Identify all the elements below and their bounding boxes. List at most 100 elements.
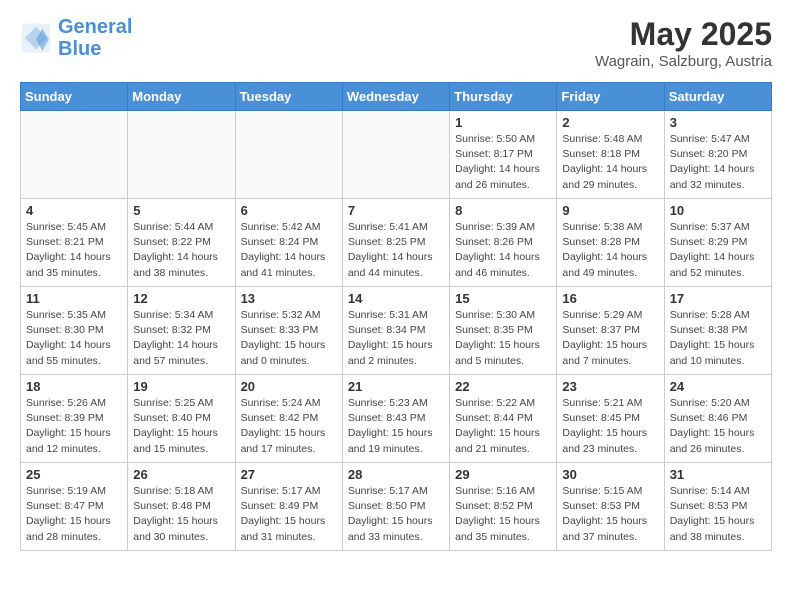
day-info: Sunrise: 5:41 AM Sunset: 8:25 PM Dayligh… — [348, 220, 444, 281]
calendar-cell: 21 Sunrise: 5:23 AM Sunset: 8:43 PM Dayli… — [342, 375, 449, 463]
calendar-cell: 3 Sunrise: 5:47 AM Sunset: 8:20 PM Daylig… — [664, 111, 771, 199]
calendar-cell — [235, 111, 342, 199]
calendar-cell: 27 Sunrise: 5:17 AM Sunset: 8:49 PM Dayli… — [235, 463, 342, 551]
calendar-cell: 14 Sunrise: 5:31 AM Sunset: 8:34 PM Dayli… — [342, 287, 449, 375]
logo-icon — [20, 22, 52, 54]
day-info: Sunrise: 5:50 AM Sunset: 8:17 PM Dayligh… — [455, 132, 551, 193]
day-info: Sunrise: 5:35 AM Sunset: 8:30 PM Dayligh… — [26, 308, 122, 369]
calendar-week-row: 1 Sunrise: 5:50 AM Sunset: 8:17 PM Daylig… — [21, 111, 772, 199]
logo-text: General Blue — [58, 16, 132, 60]
day-number: 21 — [348, 379, 444, 394]
title-block: May 2025 Wagrain, Salzburg, Austria — [595, 16, 772, 70]
day-number: 1 — [455, 115, 551, 130]
calendar-cell: 5Sunrise: 5:44 AM Sunset: 8:22 PM Daylig… — [128, 199, 235, 287]
calendar-cell: 29 Sunrise: 5:16 AM Sunset: 8:52 PM Dayli… — [450, 463, 557, 551]
calendar-cell: 19 Sunrise: 5:25 AM Sunset: 8:40 PM Dayli… — [128, 375, 235, 463]
calendar-cell: 24 Sunrise: 5:20 AM Sunset: 8:46 PM Dayli… — [664, 375, 771, 463]
calendar-cell: 9Sunrise: 5:38 AM Sunset: 8:28 PM Daylig… — [557, 199, 664, 287]
calendar-week-row: 11 Sunrise: 5:35 AM Sunset: 8:30 PM Dayli… — [21, 287, 772, 375]
calendar-cell: 20 Sunrise: 5:24 AM Sunset: 8:42 PM Dayli… — [235, 375, 342, 463]
day-number: 14 — [348, 291, 444, 306]
day-info: Sunrise: 5:32 AM Sunset: 8:33 PM Dayligh… — [241, 308, 337, 369]
calendar-cell: 23 Sunrise: 5:21 AM Sunset: 8:45 PM Dayli… — [557, 375, 664, 463]
day-number: 10 — [670, 203, 766, 218]
calendar-cell — [342, 111, 449, 199]
calendar-header-row: SundayMondayTuesdayWednesdayThursdayFrid… — [21, 83, 772, 111]
weekday-header: Tuesday — [235, 83, 342, 111]
day-info: Sunrise: 5:31 AM Sunset: 8:34 PM Dayligh… — [348, 308, 444, 369]
calendar-cell — [128, 111, 235, 199]
day-number: 31 — [670, 467, 766, 482]
day-number: 12 — [133, 291, 229, 306]
weekday-header: Thursday — [450, 83, 557, 111]
day-number: 19 — [133, 379, 229, 394]
calendar-cell: 30Sunrise: 5:15 AM Sunset: 8:53 PM Dayli… — [557, 463, 664, 551]
logo: General Blue — [20, 16, 132, 60]
day-info: Sunrise: 5:47 AM Sunset: 8:20 PM Dayligh… — [670, 132, 766, 193]
day-info: Sunrise: 5:16 AM Sunset: 8:52 PM Dayligh… — [455, 484, 551, 545]
day-info: Sunrise: 5:29 AM Sunset: 8:37 PM Dayligh… — [562, 308, 658, 369]
day-number: 8 — [455, 203, 551, 218]
day-number: 26 — [133, 467, 229, 482]
day-number: 6 — [241, 203, 337, 218]
day-number: 25 — [26, 467, 122, 482]
day-number: 17 — [670, 291, 766, 306]
calendar-cell: 8 Sunrise: 5:39 AM Sunset: 8:26 PM Daylig… — [450, 199, 557, 287]
day-info: Sunrise: 5:28 AM Sunset: 8:38 PM Dayligh… — [670, 308, 766, 369]
day-number: 3 — [670, 115, 766, 130]
day-number: 18 — [26, 379, 122, 394]
calendar-cell: 13 Sunrise: 5:32 AM Sunset: 8:33 PM Dayli… — [235, 287, 342, 375]
day-info: Sunrise: 5:17 AM Sunset: 8:49 PM Dayligh… — [241, 484, 337, 545]
weekday-header: Saturday — [664, 83, 771, 111]
logo-general: General — [58, 16, 132, 38]
day-number: 16 — [562, 291, 658, 306]
calendar-cell — [21, 111, 128, 199]
day-number: 11 — [26, 291, 122, 306]
day-number: 5 — [133, 203, 229, 218]
calendar-cell: 31 Sunrise: 5:14 AM Sunset: 8:53 PM Dayli… — [664, 463, 771, 551]
day-number: 4 — [26, 203, 122, 218]
day-info: Sunrise: 5:17 AM Sunset: 8:50 PM Dayligh… — [348, 484, 444, 545]
day-info: Sunrise: 5:42 AM Sunset: 8:24 PM Dayligh… — [241, 220, 337, 281]
day-info: Sunrise: 5:38 AM Sunset: 8:28 PM Dayligh… — [562, 220, 658, 281]
calendar-cell: 18Sunrise: 5:26 AM Sunset: 8:39 PM Dayli… — [21, 375, 128, 463]
day-info: Sunrise: 5:25 AM Sunset: 8:40 PM Dayligh… — [133, 396, 229, 457]
day-info: Sunrise: 5:30 AM Sunset: 8:35 PM Dayligh… — [455, 308, 551, 369]
calendar-cell: 1 Sunrise: 5:50 AM Sunset: 8:17 PM Daylig… — [450, 111, 557, 199]
calendar-cell: 16 Sunrise: 5:29 AM Sunset: 8:37 PM Dayli… — [557, 287, 664, 375]
calendar-cell: 2Sunrise: 5:48 AM Sunset: 8:18 PM Daylig… — [557, 111, 664, 199]
day-number: 13 — [241, 291, 337, 306]
day-number: 27 — [241, 467, 337, 482]
calendar-cell: 25Sunrise: 5:19 AM Sunset: 8:47 PM Dayli… — [21, 463, 128, 551]
day-info: Sunrise: 5:39 AM Sunset: 8:26 PM Dayligh… — [455, 220, 551, 281]
calendar-cell: 6 Sunrise: 5:42 AM Sunset: 8:24 PM Daylig… — [235, 199, 342, 287]
page: General Blue May 2025 Wagrain, Salzburg,… — [0, 0, 792, 567]
day-number: 15 — [455, 291, 551, 306]
day-info: Sunrise: 5:45 AM Sunset: 8:21 PM Dayligh… — [26, 220, 122, 281]
calendar-cell: 4 Sunrise: 5:45 AM Sunset: 8:21 PM Daylig… — [21, 199, 128, 287]
weekday-header: Friday — [557, 83, 664, 111]
calendar-cell: 17 Sunrise: 5:28 AM Sunset: 8:38 PM Dayli… — [664, 287, 771, 375]
day-number: 30 — [562, 467, 658, 482]
day-number: 22 — [455, 379, 551, 394]
header: General Blue May 2025 Wagrain, Salzburg,… — [20, 16, 772, 70]
day-info: Sunrise: 5:14 AM Sunset: 8:53 PM Dayligh… — [670, 484, 766, 545]
day-number: 23 — [562, 379, 658, 394]
day-info: Sunrise: 5:48 AM Sunset: 8:18 PM Dayligh… — [562, 132, 658, 193]
location: Wagrain, Salzburg, Austria — [595, 53, 772, 70]
day-info: Sunrise: 5:22 AM Sunset: 8:44 PM Dayligh… — [455, 396, 551, 457]
weekday-header: Sunday — [21, 83, 128, 111]
weekday-header: Wednesday — [342, 83, 449, 111]
calendar-cell: 28Sunrise: 5:17 AM Sunset: 8:50 PM Dayli… — [342, 463, 449, 551]
day-info: Sunrise: 5:23 AM Sunset: 8:43 PM Dayligh… — [348, 396, 444, 457]
day-number: 20 — [241, 379, 337, 394]
calendar-cell: 22 Sunrise: 5:22 AM Sunset: 8:44 PM Dayli… — [450, 375, 557, 463]
day-info: Sunrise: 5:24 AM Sunset: 8:42 PM Dayligh… — [241, 396, 337, 457]
day-number: 7 — [348, 203, 444, 218]
day-info: Sunrise: 5:34 AM Sunset: 8:32 PM Dayligh… — [133, 308, 229, 369]
day-number: 24 — [670, 379, 766, 394]
day-number: 29 — [455, 467, 551, 482]
month-title: May 2025 — [595, 16, 772, 53]
day-info: Sunrise: 5:21 AM Sunset: 8:45 PM Dayligh… — [562, 396, 658, 457]
day-info: Sunrise: 5:20 AM Sunset: 8:46 PM Dayligh… — [670, 396, 766, 457]
